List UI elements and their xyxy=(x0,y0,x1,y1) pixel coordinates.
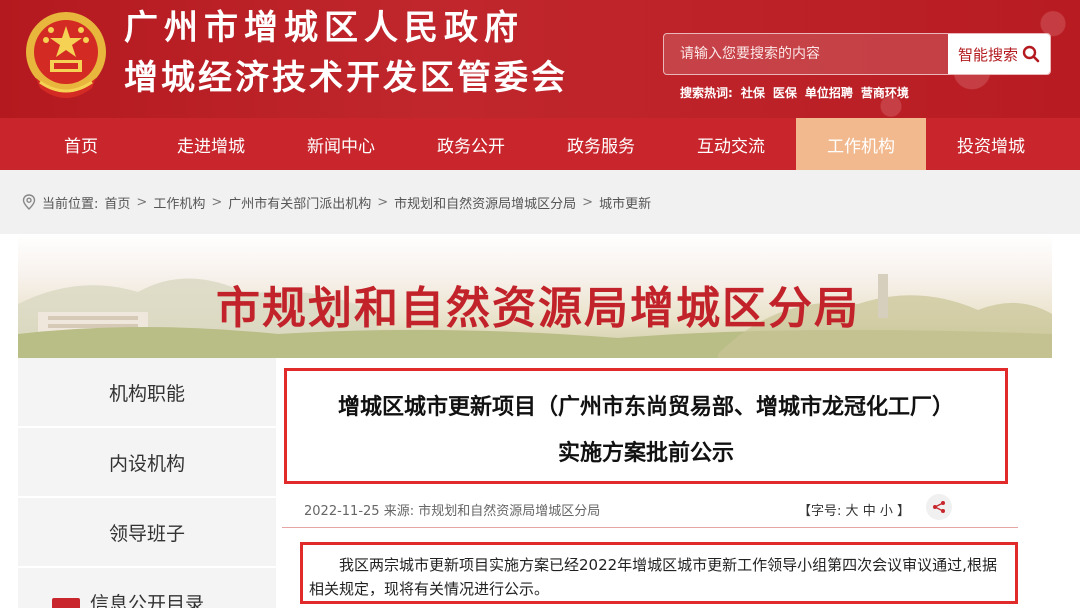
body-highlight-box: 我区两宗城市更新项目实施方案已经2022年增城区城市更新工作领导小组第四次会议审… xyxy=(300,542,1018,604)
banner-title: 市规划和自然资源局增城区分局 xyxy=(216,283,860,334)
site-title-line2: 增城经济技术开发区管委会 xyxy=(124,58,568,98)
breadcrumb-link[interactable]: 市规划和自然资源局增城区分局 xyxy=(394,193,576,212)
nav-item-agencies[interactable]: 工作机构 xyxy=(796,118,926,170)
nav-item-gov-service[interactable]: 政务服务 xyxy=(536,118,666,170)
sidebar-item-departments[interactable]: 内设机构 xyxy=(18,428,276,498)
article-title-line1: 增城区城市更新项目（广州市东尚贸易部、增城市龙冠化工厂） xyxy=(337,395,954,420)
search-input[interactable] xyxy=(664,34,948,74)
catalog-icon xyxy=(52,598,80,608)
font-size-small[interactable]: 小 xyxy=(880,504,893,519)
nav-item-gov-open[interactable]: 政务公开 xyxy=(406,118,536,170)
sidebar-item-label: 信息公开目录 xyxy=(89,592,204,608)
search-button-label: 智能搜索 xyxy=(957,45,1018,64)
breadcrumb-link[interactable]: 城市更新 xyxy=(599,193,651,212)
main-nav: 首页 走进增城 新闻中心 政务公开 政务服务 互动交流 工作机构 投资增城 xyxy=(0,118,1080,170)
sidebar-item-leadership[interactable]: 领导班子 xyxy=(18,498,276,568)
title-highlight-box: 增城区城市更新项目（广州市东尚贸易部、增城市龙冠化工厂） 实施方案批前公示 xyxy=(284,368,1008,484)
hot-search-term[interactable]: 社保 xyxy=(741,84,765,101)
article-title-line2: 实施方案批前公示 xyxy=(557,441,734,466)
national-emblem-icon xyxy=(26,12,106,98)
breadcrumb-separator: > xyxy=(377,194,389,210)
nav-item-invest[interactable]: 投资增城 xyxy=(926,118,1056,170)
department-banner: 市规划和自然资源局增城区分局 xyxy=(18,234,1052,358)
site-header: 广州市增城区人民政府 增城经济技术开发区管委会 智能搜索 搜索热词: 社保 医保… xyxy=(0,0,1080,118)
nav-item-home[interactable]: 首页 xyxy=(16,118,146,170)
breadcrumb-separator: > xyxy=(136,194,148,210)
sidebar: 机构职能 内设机构 领导班子 信息公开目录 xyxy=(18,358,276,608)
hot-search-term[interactable]: 单位招聘 xyxy=(805,84,853,101)
breadcrumb-separator: > xyxy=(211,194,223,210)
font-size-label: 【字号: xyxy=(798,504,842,519)
breadcrumb-link[interactable]: 广州市有关部门派出机构 xyxy=(228,193,371,212)
share-button[interactable] xyxy=(926,494,952,520)
search-box: 智能搜索 xyxy=(663,33,1051,75)
article-body: 我区两宗城市更新项目实施方案已经2022年增城区城市更新工作领导小组第四次会议审… xyxy=(309,556,997,598)
hot-search-label: 搜索热词: xyxy=(680,86,733,100)
article-date-source: 2022-11-25 来源: 市规划和自然资源局增城区分局 xyxy=(304,500,600,519)
breadcrumb-link[interactable]: 首页 xyxy=(104,193,130,212)
nav-item-interaction[interactable]: 互动交流 xyxy=(666,118,796,170)
search-button[interactable]: 智能搜索 xyxy=(948,34,1050,74)
hot-search: 搜索热词: 社保 医保 单位招聘 营商环境 xyxy=(680,84,909,101)
sidebar-item-info-catalog[interactable]: 信息公开目录 xyxy=(18,568,276,608)
article-source: 来源: 市规划和自然资源局增城区分局 xyxy=(383,504,601,519)
font-size-control: 【字号: 大 中 小 】 xyxy=(798,500,910,519)
sidebar-item-functions[interactable]: 机构职能 xyxy=(18,358,276,428)
site-title-line1: 广州市增城区人民政府 xyxy=(124,8,524,48)
breadcrumb-separator: > xyxy=(582,194,594,210)
article-title: 增城区城市更新项目（广州市东尚贸易部、增城市龙冠化工厂） 实施方案批前公示 xyxy=(287,385,1005,477)
hot-search-term[interactable]: 营商环境 xyxy=(861,84,909,101)
article-date: 2022-11-25 xyxy=(304,504,380,519)
location-pin-icon xyxy=(22,194,36,210)
breadcrumb: 当前位置: 首页 > 工作机构 > 广州市有关部门派出机构 > 市规划和自然资源… xyxy=(0,170,1080,234)
nav-item-news[interactable]: 新闻中心 xyxy=(276,118,406,170)
hot-search-term[interactable]: 医保 xyxy=(773,84,797,101)
font-size-medium[interactable]: 中 xyxy=(863,504,876,519)
breadcrumb-link[interactable]: 工作机构 xyxy=(153,193,205,212)
search-icon xyxy=(1022,45,1040,63)
article-area: 增城区城市更新项目（广州市东尚贸易部、增城市龙冠化工厂） 实施方案批前公示 20… xyxy=(282,358,1042,608)
breadcrumb-prefix: 当前位置: xyxy=(42,196,99,212)
font-size-end: 】 xyxy=(897,504,911,519)
nav-item-about[interactable]: 走进增城 xyxy=(146,118,276,170)
article-meta: 2022-11-25 来源: 市规划和自然资源局增城区分局 【字号: 大 中 小… xyxy=(282,494,1018,528)
font-size-large[interactable]: 大 xyxy=(846,504,859,519)
share-icon xyxy=(933,501,945,513)
